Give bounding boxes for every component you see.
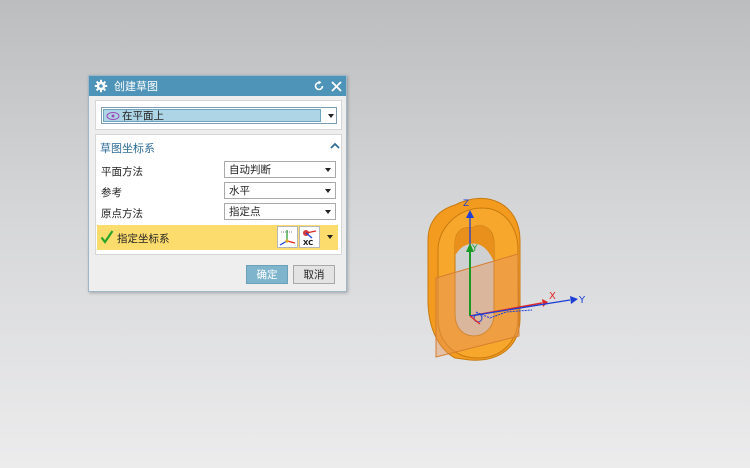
green-y-axis-label: Y (471, 244, 478, 254)
reference-select[interactable]: 水平 (224, 182, 336, 199)
sketch-type-selected: 在平面上 (103, 109, 321, 122)
origin-method-select[interactable]: 指定点 (224, 203, 336, 220)
csys-button-caption: XC (303, 239, 313, 247)
sketch-type-value: 在平面上 (122, 110, 164, 122)
specify-csys-label: 指定坐标系 (117, 233, 170, 245)
plane-method-select[interactable]: 自动判断 (224, 161, 336, 178)
inferred-csys-button[interactable]: XC (299, 226, 320, 248)
specify-csys-row[interactable]: 指定坐标系 XC (97, 225, 338, 250)
plane-icon (106, 111, 120, 121)
x-axis-label: X (549, 291, 556, 302)
chevron-up-icon[interactable] (329, 140, 341, 152)
plane-method-value: 自动判断 (229, 164, 271, 176)
sketch-type-dropdown[interactable]: 在平面上 (101, 107, 337, 124)
origin-method-label: 原点方法 (101, 208, 143, 220)
more-options-button[interactable] (323, 226, 337, 248)
reference-value: 水平 (229, 185, 250, 197)
checkmark-icon (100, 229, 114, 245)
close-icon[interactable] (328, 78, 344, 94)
gear-icon (94, 79, 108, 93)
dialog-titlebar[interactable]: 创建草图 (89, 76, 346, 96)
reference-label: 参考 (101, 187, 122, 199)
plane-method-label: 平面方法 (101, 166, 143, 178)
chevron-down-icon (325, 209, 331, 214)
reset-icon[interactable] (311, 78, 327, 94)
ok-button[interactable]: 确定 (246, 265, 288, 284)
dialog-title: 创建草图 (114, 80, 158, 93)
section-title: 草图坐标系 (100, 142, 155, 155)
cancel-button[interactable]: 取消 (293, 265, 335, 284)
z-axis-label: Z (463, 199, 469, 209)
create-sketch-dialog: 创建草图 在平面上 草图坐标系 平面方法 自动判断 参考 水平 原点方法 指定点… (88, 75, 347, 292)
y-axis-label: Y (578, 295, 586, 306)
csys-dialog-button[interactable] (277, 226, 298, 248)
chevron-down-icon (325, 167, 331, 172)
chevron-down-icon (325, 188, 331, 193)
chevron-down-icon (328, 113, 334, 118)
origin-method-value: 指定点 (229, 206, 261, 218)
chevron-down-icon (327, 235, 333, 239)
